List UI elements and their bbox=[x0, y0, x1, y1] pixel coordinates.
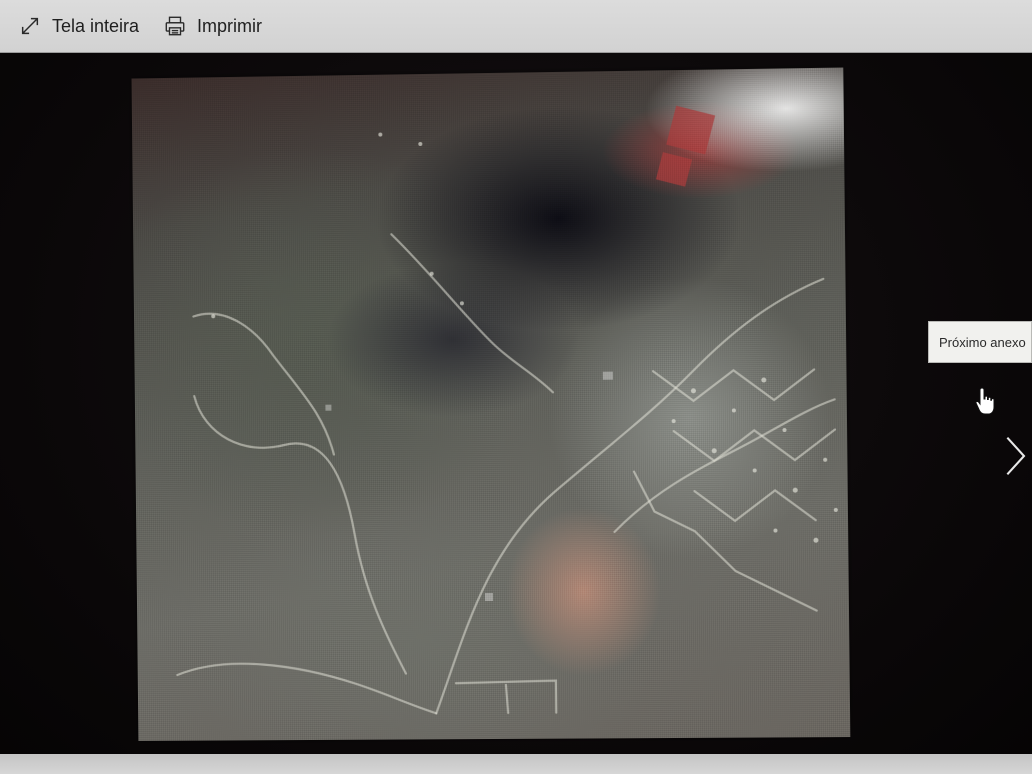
print-button[interactable]: Imprimir bbox=[149, 8, 272, 44]
chevron-right-icon bbox=[999, 434, 1029, 478]
expand-diagonal-icon bbox=[18, 14, 42, 38]
fullscreen-button[interactable]: Tela inteira bbox=[0, 8, 149, 44]
printer-icon bbox=[163, 14, 187, 38]
viewer-toolbar: Tela inteira Imprimir bbox=[0, 0, 1032, 53]
next-attachment-tooltip-text: Próximo anexo bbox=[939, 335, 1026, 350]
next-attachment-tooltip: Próximo anexo bbox=[928, 321, 1032, 363]
print-label: Imprimir bbox=[197, 16, 262, 37]
aerial-photo-image bbox=[132, 68, 851, 741]
photo-grain-overlay bbox=[132, 68, 851, 741]
bottom-edge bbox=[0, 754, 1032, 774]
image-stage: Próximo anexo bbox=[0, 53, 1032, 774]
fullscreen-label: Tela inteira bbox=[52, 16, 139, 37]
attachment-viewer: Tela inteira Imprimir Próximo anexo bbox=[0, 0, 1032, 774]
next-attachment-button[interactable] bbox=[996, 430, 1032, 482]
hand-pointer-icon bbox=[973, 386, 997, 418]
